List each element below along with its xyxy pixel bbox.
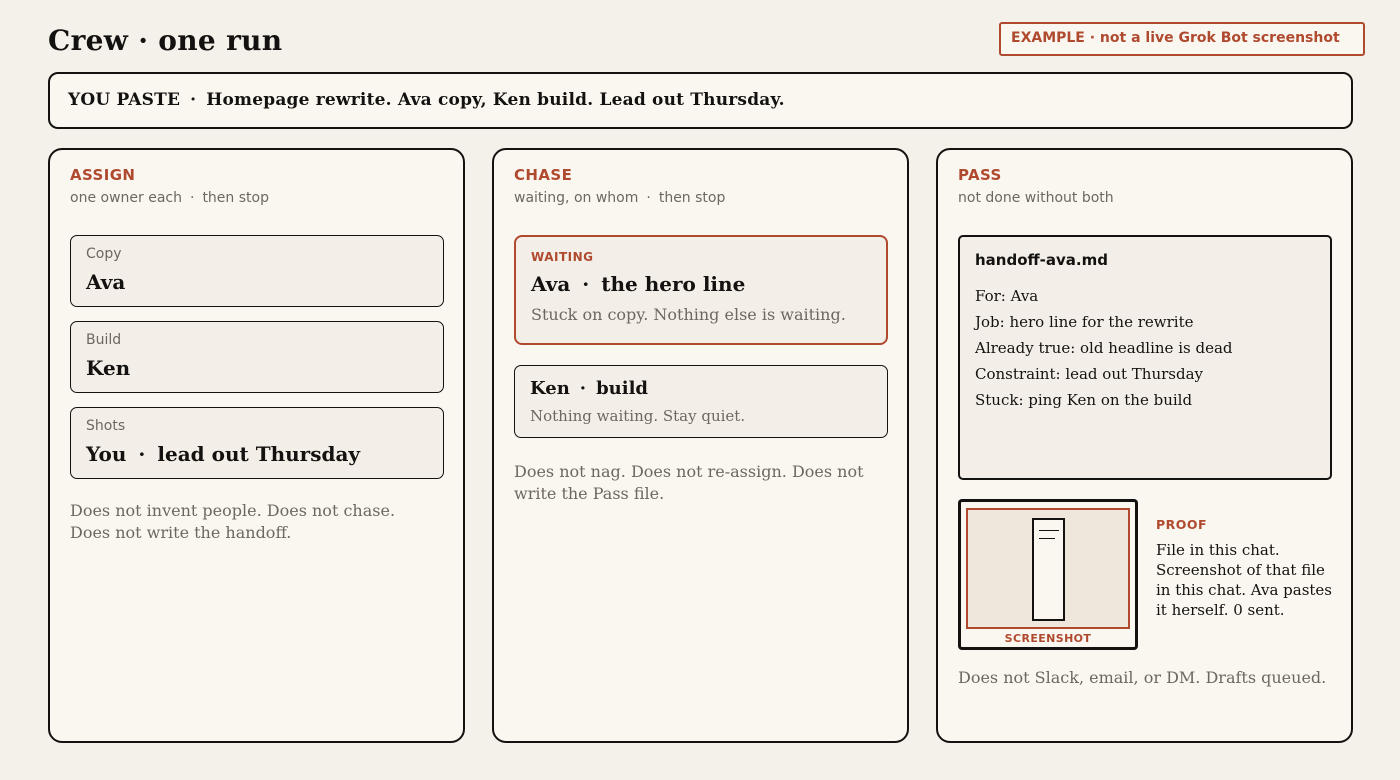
paste-separator: · [190,90,197,110]
handoff-file-lines: For: Ava Job: hero line for the rewrite … [975,283,1233,413]
proof-text: File in this chat. Screenshot of that fi… [1156,541,1333,619]
pass-note: Does not Slack, email, or DM. Drafts que… [958,668,1327,687]
owner-card-value: Ava [86,270,126,294]
quiet-person: Ken [530,378,570,399]
owner-card-label: Shots [86,418,126,434]
paste-bar: YOU PASTE · Homepage rewrite. Ava copy, Ke… [48,72,1353,129]
quiet-item: build [596,378,649,399]
assign-sub-a: one owner each [70,190,182,206]
chase-sub-a: waiting, on whom [514,190,639,206]
paste-label: YOU PASTE [68,90,181,110]
chase-sub-b: then stop [658,190,726,206]
chase-subtitle: waiting, on whom · then stop [514,190,725,206]
handoff-line: For: Ava [975,287,1039,305]
chase-sub-dot: · [646,190,651,206]
quiet-dot: · [579,378,587,399]
waiting-tag: WAITING [531,250,594,264]
pass-subtitle: not done without both [958,190,1114,206]
handoff-file: handoff-ava.md For: Ava Job: hero line f… [958,235,1332,480]
screenshot-frame [966,508,1130,629]
handoff-line: Constraint: lead out Thursday [975,365,1204,383]
owner-card-copy: Copy Ava [70,235,444,307]
handoff-line: Already true: old headline is dead [975,339,1233,357]
assign-note: Does not invent people. Does not chase. … [70,501,396,542]
waiting-dot: · [582,272,590,296]
handoff-line: Stuck: ping Ken on the build [975,391,1193,409]
owner-card-value: You · lead out Thursday [86,442,360,466]
owner-card-label: Build [86,332,122,348]
quiet-desc: Nothing waiting. Stay quiet. [530,407,746,425]
screenshot-thumbnail: SCREENSHOT [958,499,1138,650]
quiet-who: Ken · build [530,378,648,399]
handoff-line: Job: hero line for the rewrite [975,313,1194,331]
pass-column: PASS not done without both handoff-ava.m… [936,148,1353,743]
owner-card-build: Build Ken [70,321,444,393]
pass-heading: PASS [958,166,1002,184]
assign-sub-b: then stop [202,190,269,206]
owner-card-label: Copy [86,246,122,262]
document-icon [1032,518,1065,621]
quiet-card: Ken · build Nothing waiting. Stay quiet. [514,365,888,438]
waiting-card: WAITING Ava · the hero line Stuck on copy.… [514,235,888,345]
owner-card-dot: · [138,442,146,466]
proof-heading: PROOF [1156,517,1208,532]
owner-card-value-a: You [86,442,127,466]
waiting-who: Ava · the hero line [531,272,745,296]
waiting-person: Ava [531,272,571,296]
chase-note: Does not nag. Does not re-assign. Does n… [514,462,864,503]
waiting-desc: Stuck on copy. Nothing else is waiting. [531,305,846,324]
assign-column: ASSIGN one owner each · then stop Copy Ava… [48,148,465,743]
paste-text: Homepage rewrite. Ava copy, Ken build. L… [206,90,785,110]
screenshot-caption: SCREENSHOT [1004,632,1092,645]
owner-card-value-b: lead out Thursday [157,442,361,466]
chase-column: CHASE waiting, on whom · then stop WAITING… [492,148,909,743]
assign-sub-dot: · [189,190,195,206]
waiting-item: the hero line [601,272,746,296]
handoff-file-name: handoff-ava.md [975,251,1108,269]
assign-heading: ASSIGN [70,166,136,184]
assign-subtitle: one owner each · then stop [70,190,269,206]
owner-card-shots: Shots You · lead out Thursday [70,407,444,479]
chase-heading: CHASE [514,166,573,184]
page-title: Crew · one run [48,24,283,57]
example-badge: EXAMPLE · not a live Grok Bot screenshot [999,22,1365,56]
owner-card-value: Ken [86,356,131,380]
